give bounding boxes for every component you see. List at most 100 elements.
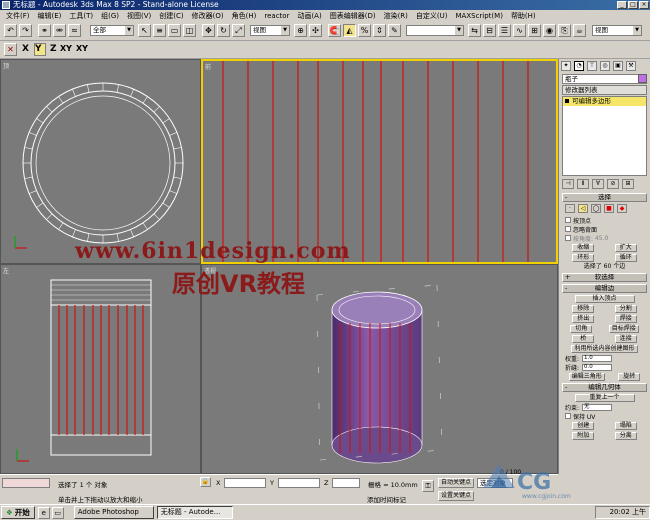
connect-button[interactable]: 连接	[614, 334, 637, 343]
axis-z-button[interactable]: Z	[50, 44, 57, 54]
pin-stack-icon[interactable]: ⊣	[562, 179, 574, 189]
render-scene-icon[interactable]: ⎘	[558, 24, 571, 37]
viewport-front[interactable]: 前	[201, 59, 558, 264]
rollout-edit-geometry[interactable]: 编辑几何体	[562, 383, 647, 392]
angle-snap-icon[interactable]: ◭	[343, 24, 356, 37]
render-type-dropdown[interactable]: 视图	[592, 25, 642, 36]
close-button[interactable]: ×	[639, 1, 649, 9]
selection-filter-dropdown[interactable]: 全部	[90, 25, 134, 36]
menu-edit[interactable]: 编辑(E)	[34, 11, 66, 21]
weight-input[interactable]: 1.0	[582, 354, 613, 362]
z-coord-field[interactable]	[332, 478, 360, 488]
named-selection-dropdown[interactable]	[406, 25, 464, 36]
turn-button[interactable]: 旋转	[618, 372, 641, 381]
named-selection-icon[interactable]: ✎	[388, 24, 401, 37]
layer-manager-icon[interactable]: ☰	[498, 24, 511, 37]
viewport-top[interactable]: 顶	[0, 59, 201, 264]
spinner-snap-icon[interactable]: ⇕	[373, 24, 386, 37]
select-by-name-icon[interactable]: ≡	[153, 24, 166, 37]
crease-input[interactable]: 0.0	[582, 363, 613, 371]
menu-views[interactable]: 视图(V)	[123, 11, 155, 21]
menu-file[interactable]: 文件(F)	[2, 11, 34, 21]
chamfer-button[interactable]: 切角	[570, 324, 593, 333]
menu-create[interactable]: 创建(C)	[155, 11, 187, 21]
axis-xy-button[interactable]: XY	[60, 44, 72, 53]
taskbar-item-3dsmax[interactable]: 无标题 - Autode...	[156, 506, 233, 519]
rect-selection-icon[interactable]: ▭	[168, 24, 181, 37]
preserve-uv-checkbox[interactable]: 保持 UV	[565, 412, 644, 421]
select-manipulate-icon[interactable]: ✣	[309, 24, 322, 37]
menu-tools[interactable]: 工具(T)	[65, 11, 97, 21]
modifier-list-dropdown[interactable]: 修改器列表	[562, 85, 647, 95]
create-shape-button[interactable]: 利用所选内容创建图形	[571, 344, 638, 353]
autokey-button[interactable]: 自动关键点	[438, 478, 474, 488]
hierarchy-tab-icon[interactable]: ⊤	[587, 61, 597, 71]
remove-button[interactable]: 移除	[572, 304, 595, 313]
constraint-dropdown[interactable]: 无	[582, 403, 613, 411]
collapse-button[interactable]: 塌陷	[614, 421, 637, 430]
unlink-icon[interactable]: ⚮	[53, 24, 66, 37]
configure-sets-icon[interactable]: ⊞	[622, 179, 634, 189]
menu-maxscript[interactable]: MAXScript(M)	[452, 12, 507, 20]
rotate-icon[interactable]: ↻	[217, 24, 230, 37]
bind-spacewarp-icon[interactable]: ≈	[68, 24, 81, 37]
stack-item-editable-poly[interactable]: 可编辑多边形	[563, 97, 646, 106]
border-level-icon[interactable]: ◯	[591, 204, 601, 213]
show-end-result-icon[interactable]: Ⅱ	[577, 179, 589, 189]
by-angle-checkbox[interactable]: 按角度: 45.0	[565, 234, 644, 243]
y-coord-field[interactable]	[278, 478, 320, 488]
create-button[interactable]: 创建	[572, 421, 595, 430]
percent-snap-icon[interactable]: %	[358, 24, 371, 37]
window-crossing-icon[interactable]: ◫	[183, 24, 196, 37]
rollout-selection[interactable]: 选择	[562, 193, 647, 202]
key-icon[interactable]: ⚿	[422, 480, 434, 492]
minimize-button[interactable]: _	[617, 1, 627, 9]
rollout-soft-selection[interactable]: 软选择	[562, 273, 647, 282]
maxscript-listener[interactable]	[2, 478, 50, 488]
schematic-view-icon[interactable]: ⊞	[528, 24, 541, 37]
object-name-field[interactable]: 瓶子	[562, 74, 647, 84]
axis-y-button[interactable]: Y	[34, 43, 46, 56]
bridge-button[interactable]: 桥	[572, 334, 595, 343]
remove-modifier-icon[interactable]: ⊘	[607, 179, 619, 189]
loop-button[interactable]: 循环	[614, 253, 637, 262]
shrink-button[interactable]: 收缩	[572, 243, 595, 252]
viewport-left[interactable]: 左	[0, 264, 201, 474]
menu-help[interactable]: 帮助(H)	[507, 11, 540, 21]
display-tab-icon[interactable]: ▣	[613, 61, 623, 71]
menu-modifiers[interactable]: 修改器(O)	[188, 11, 228, 21]
pivot-center-icon[interactable]: ⊕	[294, 24, 307, 37]
quick-render-icon[interactable]: ☕	[573, 24, 586, 37]
vertex-level-icon[interactable]: ·	[565, 204, 575, 213]
taskbar-item-photoshop[interactable]: Adobe Photoshop	[73, 506, 154, 519]
attach-button[interactable]: 附加	[572, 431, 595, 440]
maximize-button[interactable]: □	[628, 1, 638, 9]
menu-customize[interactable]: 自定义(U)	[412, 11, 452, 21]
desktop-icon[interactable]: ▭	[51, 506, 64, 519]
menu-animation[interactable]: 动画(A)	[293, 11, 325, 21]
create-tab-icon[interactable]: ✦	[561, 61, 571, 71]
utilities-tab-icon[interactable]: ⚒	[626, 61, 636, 71]
set-key-button[interactable]: 设置关键点	[438, 491, 474, 501]
add-time-tag[interactable]: 添加时间标记	[367, 494, 406, 504]
weld-button[interactable]: 焊接	[614, 314, 637, 323]
rollout-edit-edges[interactable]: 编辑边	[562, 284, 647, 293]
by-vertex-checkbox[interactable]: 按顶点	[565, 216, 644, 225]
ignore-backface-checkbox[interactable]: 忽略背面	[565, 225, 644, 234]
x-coord-field[interactable]	[224, 478, 266, 488]
reference-coord-dropdown[interactable]: 视图	[250, 25, 290, 36]
mirror-icon[interactable]: ⇆	[468, 24, 481, 37]
grow-button[interactable]: 扩大	[614, 243, 637, 252]
menu-character[interactable]: 角色(H)	[228, 11, 261, 21]
extrude-button[interactable]: 挤出	[572, 314, 595, 323]
polygon-level-icon[interactable]: ■	[604, 204, 614, 213]
menu-rendering[interactable]: 渲染(R)	[380, 11, 412, 21]
snap-toggle-icon[interactable]: 🧲	[328, 24, 341, 37]
edit-triangulation-button[interactable]: 编辑三角形	[568, 372, 605, 381]
axis-x-button[interactable]: X	[22, 44, 29, 54]
undo-icon[interactable]: ↶	[4, 24, 17, 37]
element-level-icon[interactable]: ◆	[617, 204, 627, 213]
object-color-swatch[interactable]	[638, 74, 647, 83]
make-unique-icon[interactable]: ∀	[592, 179, 604, 189]
repeat-last-button[interactable]: 重复上一个	[574, 393, 635, 402]
